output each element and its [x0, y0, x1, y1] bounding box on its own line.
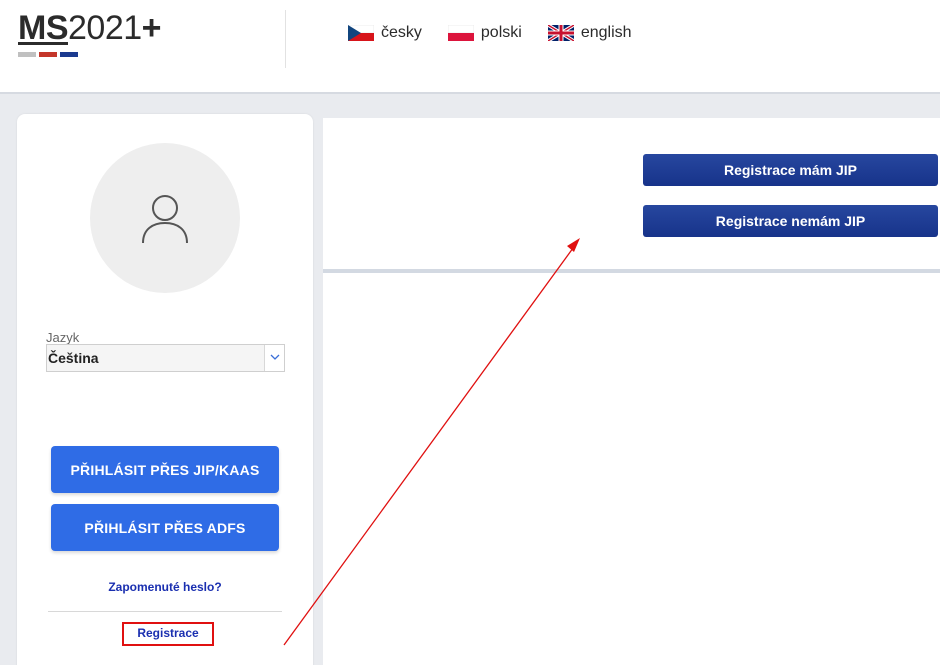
uk-flag-icon — [547, 25, 574, 41]
language-label: polski — [480, 24, 522, 41]
logo-plus: + — [141, 9, 162, 47]
logo-ms: MS — [18, 9, 69, 47]
forgot-password-link[interactable]: Zapomenuté heslo? — [17, 580, 313, 594]
login-panel: Jazyk Čeština PŘIHLÁSIT PŘES JIP/KAAS PŘ… — [17, 114, 313, 665]
header: MS2021+ česky polski english — [0, 0, 940, 92]
logo-color-bars — [18, 52, 78, 58]
language-field-label: Jazyk — [46, 330, 80, 345]
language-label: česky — [381, 24, 422, 41]
header-bottom-line — [0, 92, 940, 94]
language-select-value: Čeština — [48, 350, 99, 366]
logo-bar-red — [39, 52, 57, 57]
language-select[interactable]: Čeština — [46, 344, 285, 372]
login-adfs-button[interactable]: PŘIHLÁSIT PŘES ADFS — [51, 504, 279, 551]
czech-flag-icon — [348, 25, 374, 41]
user-icon — [142, 195, 188, 244]
avatar — [90, 143, 240, 293]
register-have-jip-button[interactable]: Registrace mám JIP — [643, 154, 938, 186]
login-jip-kaas-button[interactable]: PŘIHLÁSIT PŘES JIP/KAAS — [51, 446, 279, 493]
language-switcher: česky polski english — [348, 24, 658, 42]
header-divider — [285, 10, 286, 68]
logo-bar-grey — [18, 52, 36, 57]
panel-divider — [48, 611, 282, 612]
register-link[interactable]: Registrace — [137, 626, 198, 640]
logo-year: 2021 — [68, 9, 142, 47]
language-english[interactable]: english — [547, 24, 632, 42]
main-content — [323, 273, 940, 665]
logo[interactable]: MS2021+ — [18, 8, 162, 58]
chevron-down-icon — [270, 354, 280, 360]
register-highlight-box: Registrace — [122, 622, 214, 646]
language-select-toggle[interactable] — [264, 345, 284, 371]
registration-panel — [323, 118, 940, 270]
logo-bar-blue — [60, 52, 78, 57]
register-no-jip-button[interactable]: Registrace nemám JIP — [643, 205, 938, 237]
language-label: english — [580, 24, 632, 41]
language-czech[interactable]: česky — [348, 24, 422, 42]
language-polish[interactable]: polski — [447, 24, 522, 42]
polish-flag-icon — [447, 25, 474, 41]
